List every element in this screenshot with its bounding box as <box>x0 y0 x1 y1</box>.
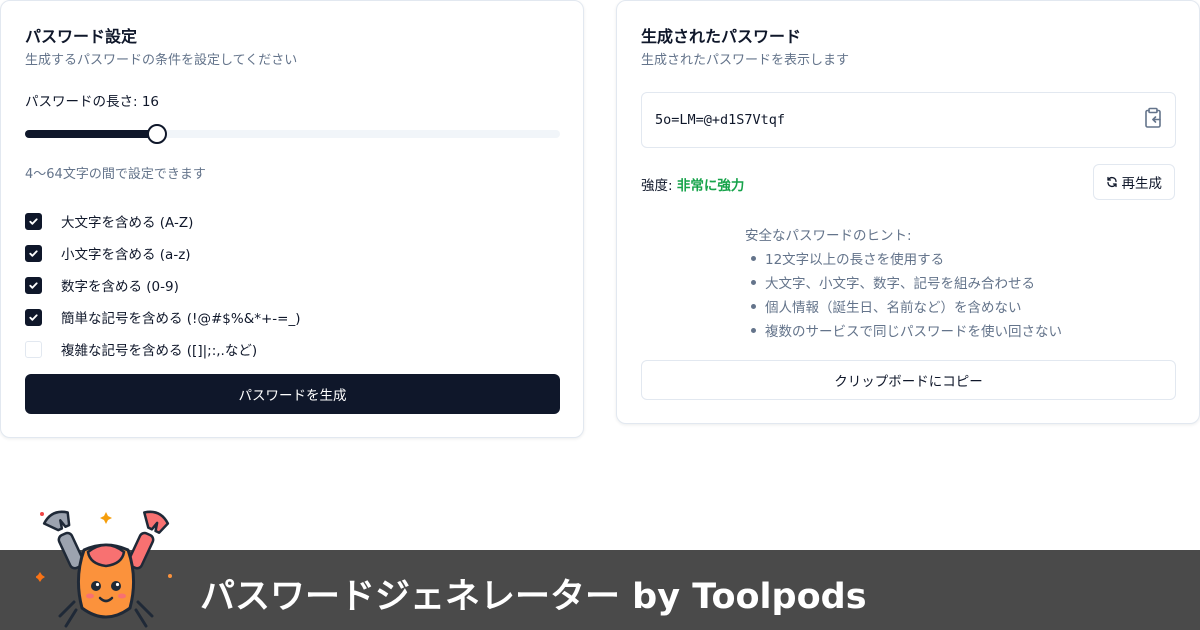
checkbox-unchecked[interactable] <box>25 340 42 358</box>
option-label: 簡単な記号を含める (!@#$%&*+-=_) <box>61 311 301 327</box>
bullet-icon <box>751 303 756 309</box>
list-item: 大文字、小文字、数字、記号を組み合わせる <box>745 270 1062 294</box>
length-label: パスワードの長さ: 16 <box>25 94 160 110</box>
tip-text: 12文字以上の長さを使用する <box>765 252 945 268</box>
settings-title: パスワード設定 <box>25 27 138 46</box>
option-numbers[interactable]: 数字を含める (0-9) <box>25 269 301 301</box>
strength-value: 非常に強力 <box>676 178 745 194</box>
checkbox-checked[interactable] <box>25 276 42 294</box>
refresh-icon <box>1106 176 1117 188</box>
option-label: 小文字を含める (a-z) <box>61 247 191 263</box>
clipboard-copy-icon[interactable] <box>1143 107 1163 129</box>
crab-mascot-icon <box>36 510 172 628</box>
checkbox-checked[interactable] <box>25 308 42 326</box>
option-simple-symbols[interactable]: 簡単な記号を含める (!@#$%&*+-=_) <box>25 301 301 333</box>
tip-text: 個人情報（誕生日、名前など）を含めない <box>765 300 1022 316</box>
regenerate-button[interactable]: 再生成 <box>1092 164 1175 200</box>
option-label: 数字を含める (0-9) <box>61 279 179 295</box>
copy-to-clipboard-button[interactable]: クリップボードにコピー <box>641 360 1176 400</box>
strength-label: 強度: <box>641 178 677 194</box>
bullet-icon <box>751 279 756 285</box>
option-complex-symbols[interactable]: 複雑な記号を含める ([]|;:,.など) <box>25 333 301 365</box>
option-lowercase[interactable]: 小文字を含める (a-z) <box>25 237 301 269</box>
bullet-icon <box>751 327 756 333</box>
list-item: 個人情報（誕生日、名前など）を含めない <box>745 294 1062 318</box>
regenerate-label: 再生成 <box>1121 176 1163 192</box>
generate-button[interactable]: パスワードを生成 <box>25 374 560 414</box>
checkbox-checked[interactable] <box>25 212 42 230</box>
option-uppercase[interactable]: 大文字を含める (A-Z) <box>25 205 301 237</box>
length-slider[interactable] <box>25 124 560 144</box>
result-card: 生成されたパスワード 生成されたパスワードを表示します 5o=LM=@+d1S7… <box>616 0 1200 424</box>
slider-thumb[interactable] <box>147 124 167 144</box>
password-text[interactable]: 5o=LM=@+d1S7Vtqf <box>655 112 785 128</box>
tips-title: 安全なパスワードのヒント: <box>745 228 912 244</box>
result-title: 生成されたパスワード <box>641 27 802 46</box>
settings-card: パスワード設定 生成するパスワードの条件を設定してください パスワードの長さ: … <box>0 0 584 438</box>
option-label: 複雑な記号を含める ([]|;:,.など) <box>61 343 258 359</box>
list-item: 12文字以上の長さを使用する <box>745 246 1062 270</box>
branding-banner: パスワードジェネレーター by Toolpods <box>0 550 1200 630</box>
range-hint: 4〜64文字の間で設定できます <box>25 167 206 182</box>
bullet-icon <box>751 255 756 261</box>
result-subtitle: 生成されたパスワードを表示します <box>641 53 850 68</box>
tip-text: 大文字、小文字、数字、記号を組み合わせる <box>765 276 1035 292</box>
option-label: 大文字を含める (A-Z) <box>61 215 194 231</box>
checkbox-checked[interactable] <box>25 244 42 262</box>
password-output[interactable]: 5o=LM=@+d1S7Vtqf <box>641 92 1176 148</box>
list-item: 複数のサービスで同じパスワードを使い回さない <box>745 318 1062 342</box>
options-list: 大文字を含める (A-Z) 小文字を含める (a-z) 数字を含める (0-9)… <box>25 205 301 365</box>
strength-indicator: 強度: 非常に強力 <box>641 174 744 194</box>
password-tips: 安全なパスワードのヒント: 12文字以上の長さを使用する 大文字、小文字、数字、… <box>745 224 1062 342</box>
tip-text: 複数のサービスで同じパスワードを使い回さない <box>765 324 1062 340</box>
banner-title: パスワードジェネレーター by Toolpods <box>200 577 867 617</box>
settings-subtitle: 生成するパスワードの条件を設定してください <box>25 53 298 68</box>
slider-fill <box>25 130 157 138</box>
